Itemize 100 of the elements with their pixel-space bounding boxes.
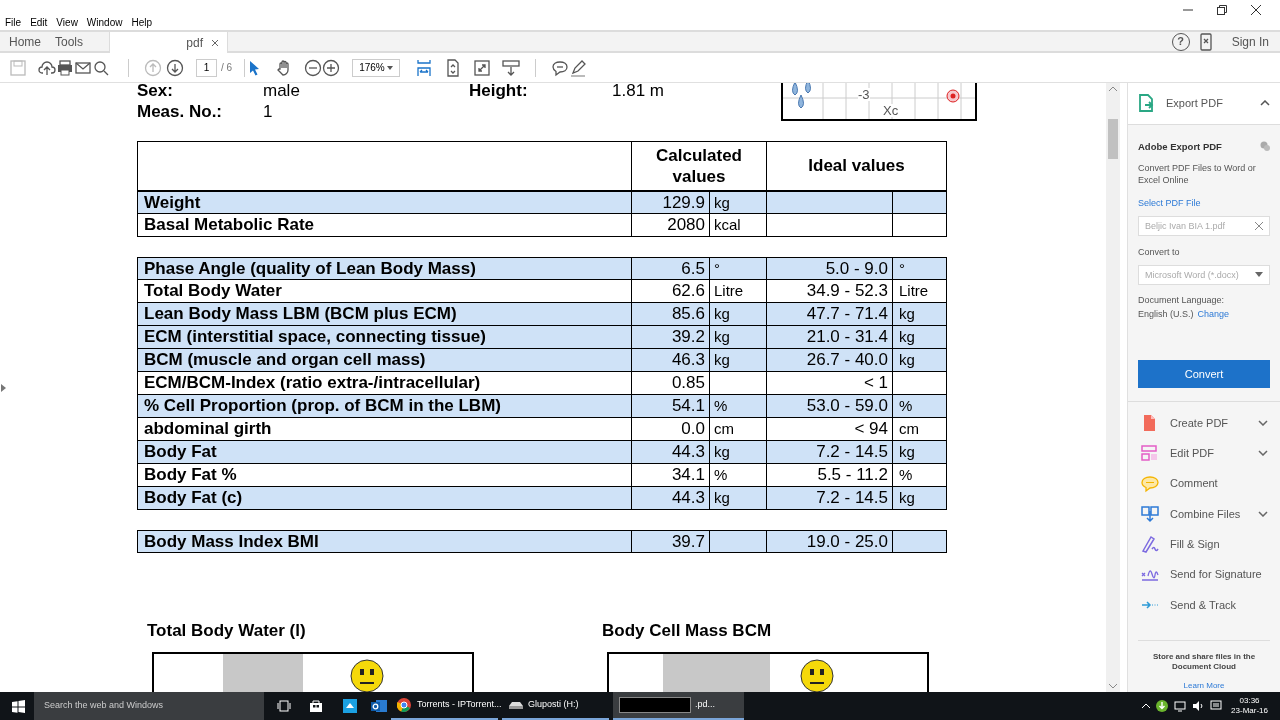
table-cell: abdominal girth [144,419,272,438]
table-cell: Phase Angle (quality of Lean Body Mass) [144,259,476,278]
tool-item[interactable]: Edit PDF [1128,438,1280,469]
menu-item[interactable]: File [5,14,22,30]
clear-icon[interactable] [1255,221,1263,230]
sign-in-link[interactable]: Sign In [1231,32,1269,51]
select-file-link[interactable]: Select PDF File [1138,196,1270,209]
tab[interactable]: Tools [55,32,110,51]
caret-icon [1255,272,1263,278]
table-cell: 21.0 - 31.4 [806,327,888,346]
table-cell: Lean Body Mass LBM (BCM plus ECM) [144,304,457,323]
table-cell: ° [899,260,905,277]
restore-icon[interactable] [1216,4,1228,16]
zoom-dropdown[interactable]: 176% [352,58,401,77]
table-cell: < 1 [863,373,888,392]
mobile-icon[interactable] [1199,32,1212,51]
field-label: Convert to [1138,245,1181,258]
axis-label: Xc [883,104,899,117]
export-pdf-header[interactable]: Export PDF [1128,83,1280,125]
table-cell: Body Fat (c) [144,488,243,507]
table-cell: Litre [714,282,744,299]
caret-icon [387,65,394,70]
tool-item[interactable]: Send & Track [1128,589,1280,620]
chart-title: Total Body Water (l) [147,620,307,642]
table-cell: 46.3 [671,350,705,369]
change-link[interactable]: Change [1197,307,1230,320]
page-number-field[interactable]: 1 [196,58,217,77]
table-cell: 44.3 [671,442,705,461]
tool-item[interactable]: Create PDF [1128,407,1280,439]
torrent-icon[interactable] [1156,700,1169,712]
tool-item[interactable]: Comment [1128,468,1280,499]
table-cell: 85.6 [671,304,705,323]
tray-chevron-icon[interactable] [1142,703,1151,709]
full-screen-icon[interactable] [473,58,492,77]
scrollbar-thumb[interactable] [1108,119,1118,159]
expand-left-pane-icon[interactable] [1,384,6,392]
close-icon[interactable] [211,38,220,47]
convert-button[interactable]: Convert [1138,359,1270,388]
table-cell: % [899,397,913,414]
expand-icon[interactable] [1258,450,1268,457]
table-cell: Body Fat [144,442,217,461]
table-cell: 34.9 - 52.3 [806,281,888,300]
menu-item[interactable]: View [56,14,78,30]
close-icon[interactable] [1250,4,1262,16]
tab[interactable]: pdf [109,32,229,53]
table-cell: 7.2 - 14.5 [816,442,888,461]
search-icon[interactable] [92,58,110,77]
table-cell: % Cell Proportion (prop. of BCM in the LBM) [144,396,501,415]
volume-icon[interactable] [1192,700,1205,712]
panel-heading: Adobe Export PDF [1138,140,1222,153]
table-cell: 5.0 - 9.0 [825,259,888,278]
task-view-icon[interactable] [277,700,291,712]
tool-item[interactable]: Combine Files [1128,498,1280,530]
pen-icon [1141,535,1159,554]
field-value: 1 [263,101,274,122]
table-cell: kg [714,443,730,460]
taskbar-app[interactable]: Gluposti (H:) [502,692,609,720]
tab[interactable]: Home [0,32,55,51]
tool-item[interactable]: Fill & Sign [1128,529,1280,560]
scroll-up-icon[interactable] [1109,86,1117,91]
zoom-in-icon[interactable] [322,58,341,77]
search-field[interactable]: Search the web and Windows [34,692,264,720]
scroll-mode-icon[interactable] [502,58,521,77]
collapse-icon[interactable] [1260,100,1270,107]
export-pdf-icon [1138,94,1154,113]
table-cell: 39.7 [671,532,705,551]
learn-more-link[interactable]: Learn More [1183,680,1225,692]
zoom-out-icon[interactable] [304,58,323,77]
taskbar-app[interactable]: .pd... [613,692,744,720]
scroll-down-icon[interactable] [1109,684,1117,689]
browser-icon [397,698,413,712]
table-cell: ECM/BCM-Index (ratio extra-/intracellular) [144,373,481,392]
app-tile-icon[interactable] [343,699,357,713]
page-count: / 6 [221,61,233,75]
printer-icon[interactable] [56,58,74,77]
store-bag-icon[interactable] [309,699,323,713]
scrollbar[interactable] [1106,83,1120,692]
table-cell: 0.85 [671,373,705,392]
network-icon[interactable] [1174,700,1187,712]
table-cell: 5.5 - 11.2 [817,465,888,484]
expand-icon[interactable] [1258,510,1268,517]
fit-width-icon[interactable] [415,58,434,77]
table-cell: kg [714,351,730,368]
tool-item[interactable]: Send for Signature [1128,559,1280,590]
menu-item[interactable]: Window [86,14,123,30]
highlighter-icon[interactable] [569,58,588,77]
mail-app-icon[interactable] [371,699,387,713]
menu-item[interactable]: Edit [30,14,48,30]
windows-logo-icon[interactable] [12,699,25,713]
clock-time: 03:36 [1239,696,1260,706]
table-cell: 26.7 - 40.0 [806,350,888,369]
arrow-down-icon[interactable] [166,58,184,77]
upload-icon[interactable] [38,58,56,77]
layout-icon [1141,444,1159,463]
table-cell: 62.6 [671,281,705,300]
smiley-icon [347,657,387,692]
notifications-icon[interactable] [1210,700,1223,712]
expand-icon[interactable] [1258,420,1268,427]
comment-icon[interactable] [551,58,570,77]
menu-item[interactable]: Help [131,14,152,30]
